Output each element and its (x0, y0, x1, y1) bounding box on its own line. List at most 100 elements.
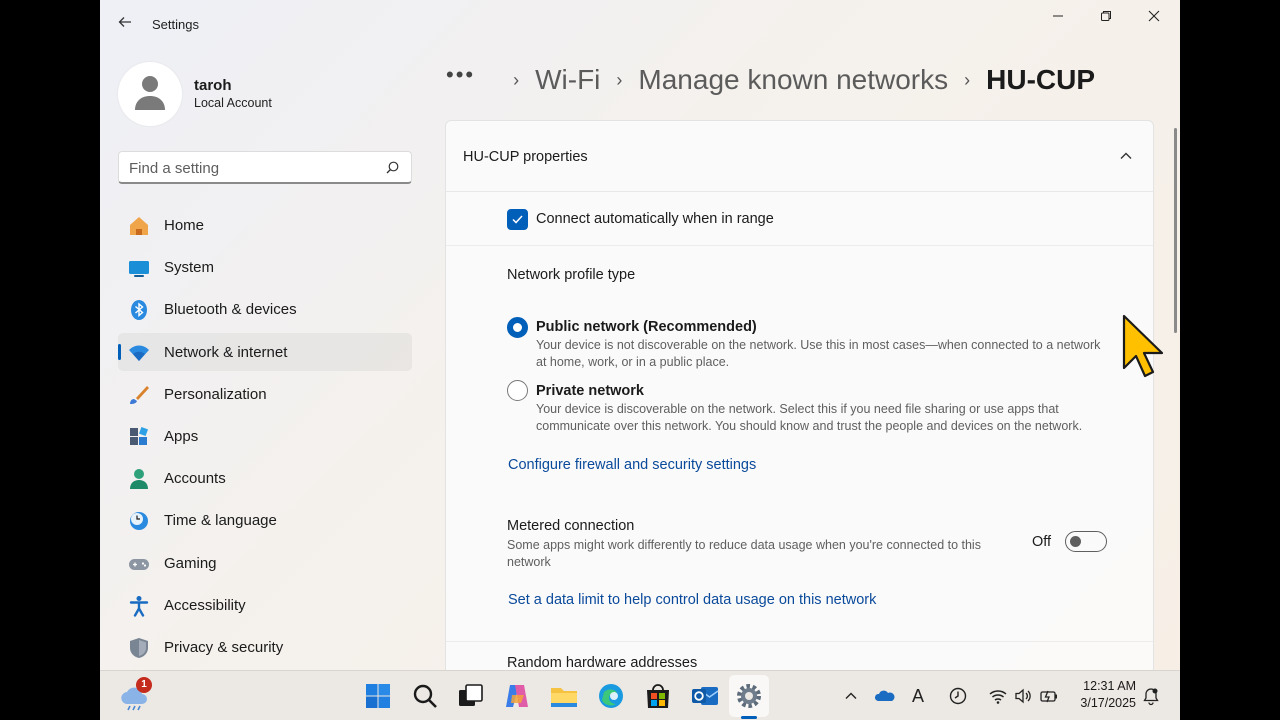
task-view-icon[interactable] (455, 681, 485, 711)
battery-icon[interactable] (1039, 686, 1059, 706)
active-indicator (118, 343, 121, 360)
brush-icon (130, 385, 149, 404)
chevron-right-icon: › (513, 69, 520, 90)
data-limit-link[interactable]: Set a data limit to help control data us… (508, 592, 876, 608)
sidebar-item-label: Home (164, 217, 205, 234)
sidebar-item-bluetooth[interactable]: Bluetooth & devices (118, 290, 412, 328)
divider (446, 641, 1153, 642)
search-icon[interactable] (386, 161, 399, 174)
sidebar-item-label: Bluetooth & devices (164, 301, 297, 319)
chevron-right-icon: › (616, 69, 623, 90)
taskbar: 1 A 12:31 AM 3/17/2025 (100, 670, 1180, 720)
settings-icon[interactable] (734, 681, 764, 711)
settings-window: Settings taroh Local Account Home System (100, 0, 1180, 720)
metered-connection-title: Metered connection (507, 518, 635, 534)
account-type: Local Account (194, 96, 272, 110)
close-icon (1148, 10, 1160, 22)
properties-header[interactable]: HU-CUP properties (446, 121, 1153, 192)
app-title: Settings (152, 17, 199, 32)
metered-toggle-state: Off (1032, 534, 1052, 550)
public-network-title: Public network (Recommended) (536, 319, 757, 335)
breadcrumb-wifi[interactable]: Wi-Fi (535, 64, 600, 96)
page-title: HU-CUP (986, 64, 1096, 95)
user-name: taroh (194, 77, 232, 94)
accessibility-icon (129, 595, 149, 617)
start-icon[interactable] (363, 681, 393, 711)
back-button[interactable] (114, 14, 136, 36)
home-icon (130, 217, 148, 235)
outlook-icon[interactable] (690, 681, 720, 711)
chevron-up-icon[interactable] (841, 686, 861, 706)
sidebar-item-label: Privacy & security (164, 638, 284, 656)
sidebar-item-home[interactable]: Home (118, 206, 412, 244)
sidebar-item-label: Accessibility (164, 596, 246, 614)
auto-connect-checkbox[interactable] (507, 209, 528, 230)
private-network-radio[interactable] (507, 380, 528, 401)
breadcrumb: ••• › Wi-Fi › Manage known networks › HU… (446, 60, 1095, 100)
random-hardware-addresses-title: Random hardware addresses (507, 655, 698, 671)
sidebar-item-apps[interactable]: Apps (118, 417, 412, 455)
sidebar-item-label: Personalization (164, 385, 267, 403)
firewall-settings-link[interactable]: Configure firewall and security settings (508, 457, 756, 473)
sidebar-item-label: Network & internet (164, 343, 288, 361)
ime-icon[interactable]: A (908, 686, 928, 706)
clock-globe-icon (130, 512, 148, 531)
sidebar-item-accounts[interactable]: Accounts (118, 459, 412, 497)
sidebar-item-label: Time & language (164, 512, 277, 530)
network-icon (129, 345, 149, 361)
close-button[interactable] (1132, 6, 1176, 28)
volume-icon[interactable] (1013, 686, 1033, 706)
focus-icon[interactable] (948, 686, 968, 706)
store-icon[interactable] (643, 681, 673, 711)
scrollbar[interactable] (1174, 128, 1177, 333)
shield-icon (130, 637, 148, 658)
properties-card: HU-CUP properties Connect automatically … (445, 120, 1154, 680)
profile-type-label: Network profile type (507, 267, 636, 283)
title-bar: Settings (100, 0, 1180, 50)
search-box[interactable] (118, 151, 412, 184)
clock-date[interactable]: 3/17/2025 (1066, 696, 1136, 710)
public-network-radio[interactable] (507, 317, 528, 338)
sidebar-item-personalization[interactable]: Personalization (118, 375, 412, 413)
breadcrumb-manage-known-networks[interactable]: Manage known networks (638, 64, 948, 96)
copilot-icon[interactable] (502, 681, 532, 711)
sidebar-item-label: Apps (164, 427, 199, 445)
weather-widget[interactable]: 1 (118, 677, 152, 713)
auto-connect-label: Connect automatically when in range (536, 211, 774, 227)
mouse-cursor-icon (1122, 314, 1164, 378)
back-arrow-icon (118, 17, 131, 27)
sidebar-item-system[interactable]: System (118, 248, 412, 286)
chevron-right-icon: › (964, 69, 971, 90)
clock-time[interactable]: 12:31 AM (1076, 679, 1136, 693)
sidebar-item-network[interactable]: Network & internet (118, 332, 412, 371)
wifi-icon[interactable] (988, 686, 1008, 706)
sidebar-item-accessibility[interactable]: Accessibility (118, 586, 412, 624)
minimize-button[interactable] (1036, 6, 1080, 28)
restore-button[interactable] (1084, 6, 1128, 28)
metered-toggle[interactable] (1065, 531, 1107, 552)
onedrive-icon[interactable] (875, 686, 895, 706)
sidebar-item-time-language[interactable]: Time & language (118, 501, 412, 539)
metered-connection-desc: Some apps might work differently to redu… (507, 538, 981, 569)
notification-badge: 1 (136, 677, 152, 693)
private-network-desc: Your device is discoverable on the netwo… (536, 402, 1083, 433)
breadcrumb-more-button[interactable]: ••• (446, 62, 475, 88)
minimize-icon (1053, 15, 1063, 17)
avatar[interactable] (118, 62, 182, 126)
notifications-bell-icon[interactable] (1141, 686, 1161, 706)
checkmark-icon (512, 215, 523, 224)
file-explorer-icon[interactable] (549, 681, 579, 711)
apps-icon (130, 426, 148, 445)
restore-icon (1101, 11, 1111, 21)
sidebar-item-label: Gaming (164, 554, 217, 572)
public-network-desc: Your device is not discoverable on the n… (536, 338, 1101, 369)
search-icon[interactable] (410, 681, 440, 711)
system-icon (129, 261, 149, 278)
sidebar-item-privacy[interactable]: Privacy & security (118, 628, 412, 666)
chevron-up-icon[interactable] (1115, 145, 1137, 167)
active-app-indicator (741, 716, 757, 719)
edge-icon[interactable] (596, 681, 626, 711)
search-input[interactable] (129, 158, 369, 178)
sidebar-item-gaming[interactable]: Gaming (118, 544, 412, 582)
gamepad-icon (129, 558, 149, 570)
